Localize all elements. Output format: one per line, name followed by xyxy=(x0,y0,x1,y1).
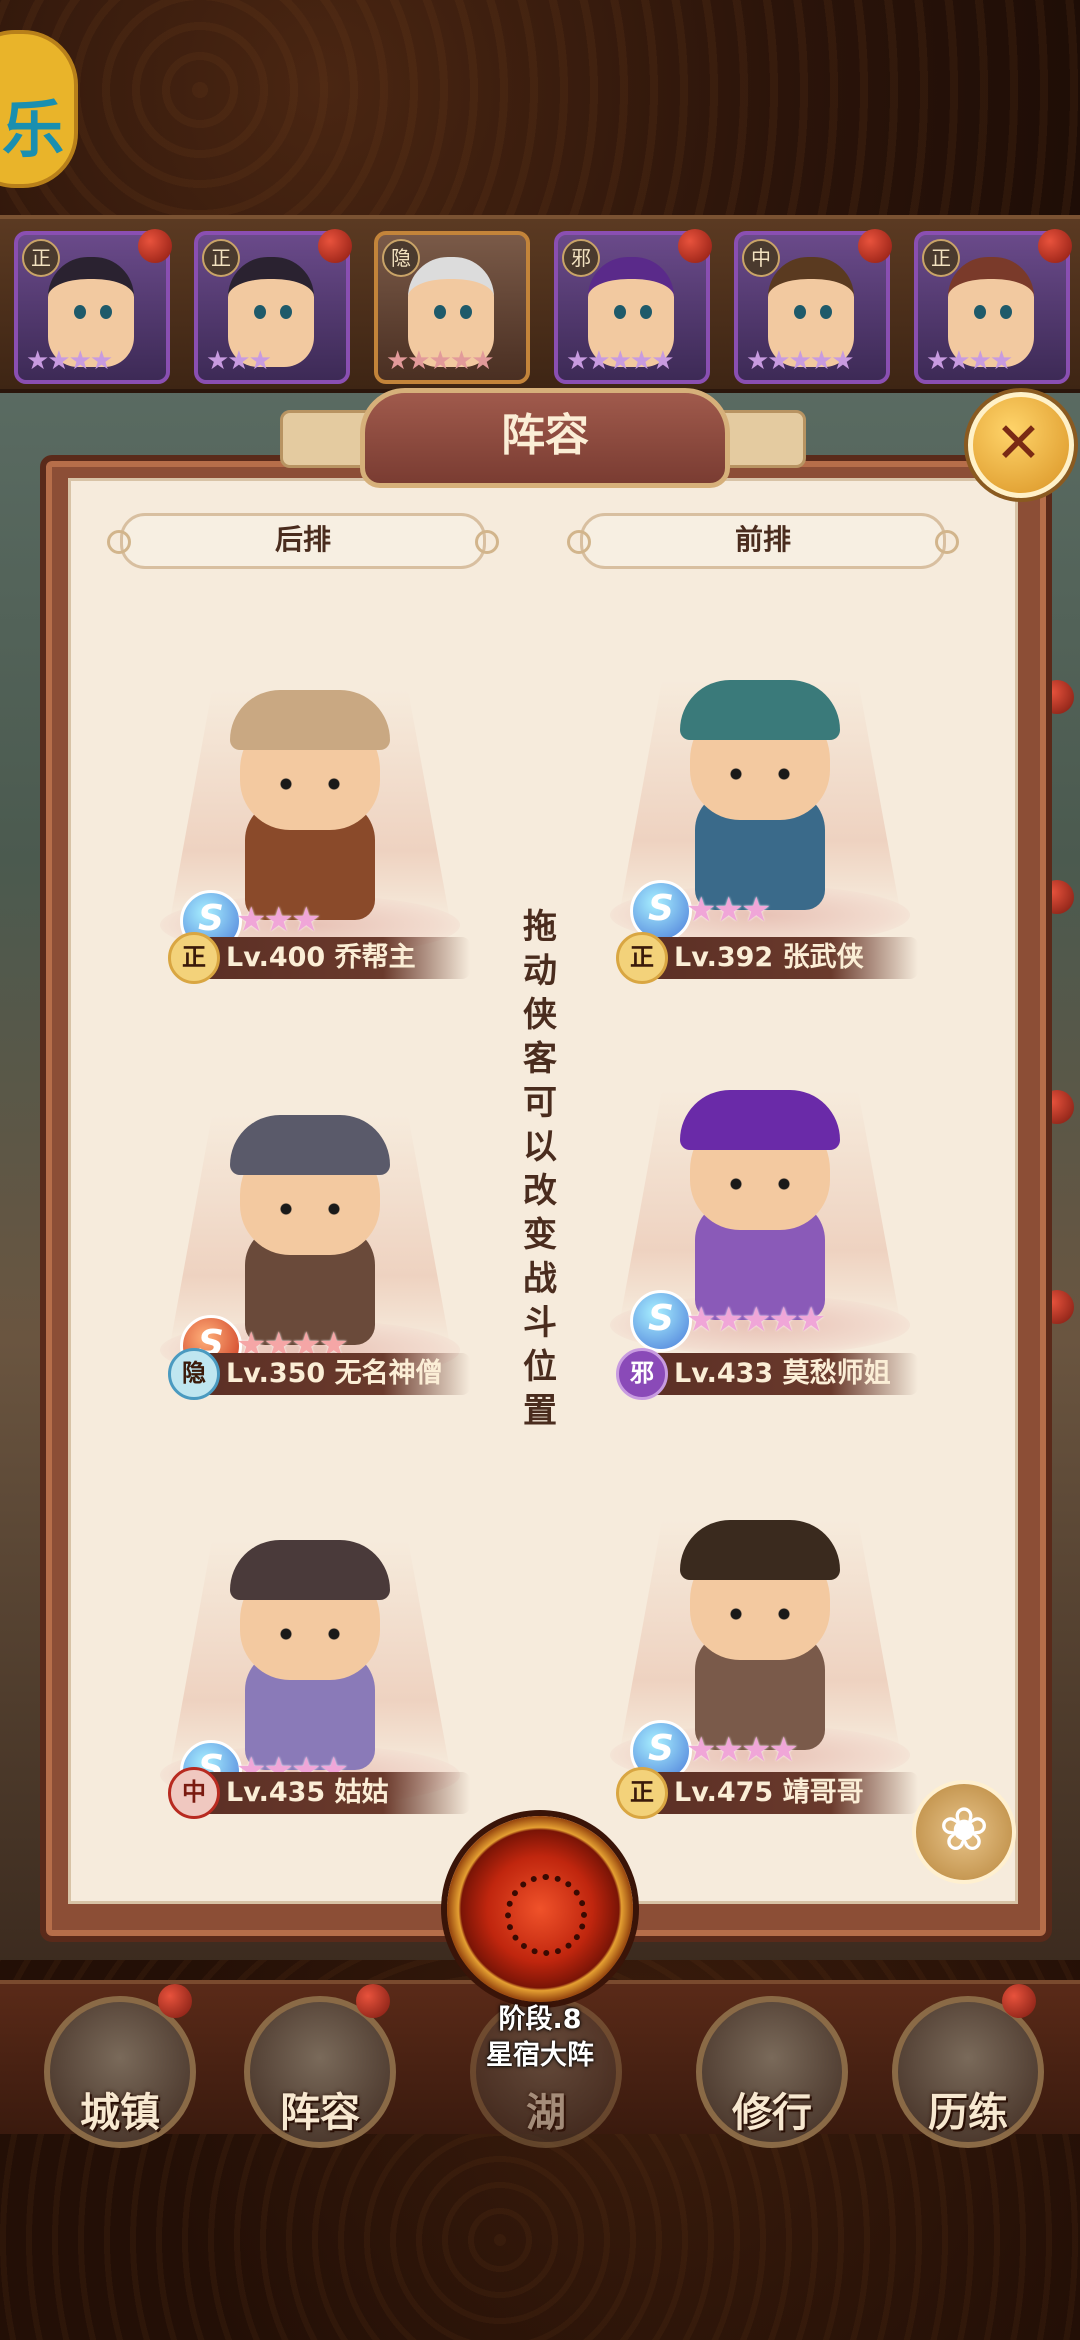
faction-badge: 隐 xyxy=(382,239,420,277)
eye-right xyxy=(1000,305,1012,319)
nav-label: 城镇 xyxy=(80,2090,160,2136)
hero-nameplate: 中 Lv.435 姑姑 xyxy=(168,1767,470,1819)
star-rating: ★★★ xyxy=(206,346,272,376)
nav-label: 修行 xyxy=(732,2090,812,2136)
hero-hat xyxy=(230,1540,390,1600)
eye-right xyxy=(640,305,652,319)
nav-notification-dot xyxy=(356,1984,390,2018)
eye-right xyxy=(460,305,472,319)
faction-badge: 正 xyxy=(168,932,220,984)
front-row-label: 前排 xyxy=(567,513,959,569)
hero-level-name: Lv.433 莫愁师姐 xyxy=(674,1358,891,1389)
faction-badge: 邪 xyxy=(562,239,600,277)
close-button[interactable]: ✕ xyxy=(968,392,1074,498)
eye-left xyxy=(974,305,986,319)
nav-label: 湖 xyxy=(526,2090,566,2136)
formation-name: 星宿大阵 xyxy=(486,2040,594,2071)
faction-badge: 正 xyxy=(922,239,960,277)
notification-dot xyxy=(858,229,892,263)
notification-dot xyxy=(1038,229,1072,263)
hero-nameplate: 正 Lv.400 乔帮主 xyxy=(168,932,470,984)
panel-title: 阵容 xyxy=(360,388,730,488)
nav-notification-dot xyxy=(1002,1984,1036,2018)
back-row-label: 后排 xyxy=(107,513,499,569)
hero-level-name: Lv.350 无名神僧 xyxy=(226,1358,443,1389)
hero-nameplate: 正 Lv.392 张武侠 xyxy=(616,932,918,984)
faction-badge: 正 xyxy=(616,932,668,984)
corner-logo-glyph: 乐 xyxy=(2,93,65,166)
nav-notification-dot xyxy=(158,1984,192,2018)
star-rating: ★★★★ xyxy=(926,346,1013,376)
hero-card[interactable]: 邪 ★★★★★ xyxy=(554,229,712,384)
eye-right xyxy=(100,305,112,319)
settings-flower-button[interactable]: ❀ xyxy=(912,1780,1016,1884)
faction-badge: 隐 xyxy=(168,1348,220,1400)
eye-right xyxy=(820,305,832,319)
eye-right xyxy=(280,305,292,319)
hero-nameplate: 隐 Lv.350 无名神僧 xyxy=(168,1348,470,1400)
hero-eyes xyxy=(278,1628,342,1640)
notification-dot xyxy=(678,229,712,263)
hero-nameplate: 正 Lv.475 靖哥哥 xyxy=(616,1767,918,1819)
nav-label: 阵容 xyxy=(280,2090,360,2136)
hero-hat xyxy=(680,680,840,740)
faction-badge: 中 xyxy=(168,1767,220,1819)
hero-eyes xyxy=(728,1608,792,1620)
formation-stage: 阶段.8 xyxy=(498,2004,582,2035)
hero-level-name: Lv.475 靖哥哥 xyxy=(674,1777,864,1808)
eye-left xyxy=(254,305,266,319)
nav-training[interactable]: 修行 xyxy=(696,1996,848,2148)
top-background xyxy=(0,0,1080,215)
star-rating: ★★★★★ xyxy=(386,346,495,376)
hero-slot[interactable]: S ★★★★★ xyxy=(610,1090,910,1390)
hero-eyes xyxy=(278,778,342,790)
faction-badge: 正 xyxy=(616,1767,668,1819)
star-rating: ★★★★ xyxy=(26,346,113,376)
hero-eyes xyxy=(278,1203,342,1215)
rank-badge: S xyxy=(630,1290,692,1352)
star-rating: ★★★ xyxy=(236,900,321,940)
nav-formation[interactable]: 阵容 xyxy=(244,1996,396,2148)
hero-level-name: Lv.435 姑姑 xyxy=(226,1777,389,1808)
hero-strip: 正 ★★★★ 正 ★★★ 隐 ★★★★★ 邪 ★★★★★ 中 ★★★★★ 正 ★… xyxy=(0,215,1080,393)
hero-card[interactable]: 隐 ★★★★★ xyxy=(374,231,530,384)
hero-level-name: Lv.400 乔帮主 xyxy=(226,942,416,973)
hero-hat xyxy=(680,1090,840,1150)
star-rating: ★★★★★ xyxy=(566,346,675,376)
hero-eyes xyxy=(728,1178,792,1190)
notification-dot xyxy=(318,229,352,263)
eye-left xyxy=(794,305,806,319)
eye-left xyxy=(614,305,626,319)
star-rating: ★★★★ xyxy=(686,1730,799,1770)
faction-badge: 邪 xyxy=(616,1348,668,1400)
star-rating: ★★★★★ xyxy=(746,346,855,376)
eye-left xyxy=(434,305,446,319)
hero-card[interactable]: 正 ★★★★ xyxy=(14,229,172,384)
hero-hat xyxy=(230,690,390,750)
hero-card[interactable]: 中 ★★★★★ xyxy=(734,229,892,384)
notification-dot xyxy=(138,229,172,263)
hero-level-name: Lv.392 张武侠 xyxy=(674,942,864,973)
nav-adventure[interactable]: 历练 xyxy=(892,1996,1044,2148)
hero-hat xyxy=(680,1520,840,1580)
star-rating: ★★★★★ xyxy=(686,1300,826,1340)
hero-nameplate: 邪 Lv.433 莫愁师姐 xyxy=(616,1348,918,1400)
faction-badge: 中 xyxy=(742,239,780,277)
hero-card[interactable]: 正 ★★★ xyxy=(194,229,352,384)
star-rating: ★★★ xyxy=(686,890,771,930)
close-icon: ✕ xyxy=(995,411,1042,476)
flower-icon: ❀ xyxy=(938,1795,990,1865)
drag-hint: 拖动侠客可以改变战斗位置 xyxy=(523,907,557,1431)
eye-left xyxy=(74,305,86,319)
faction-badge: 正 xyxy=(202,239,240,277)
nav-label: 历练 xyxy=(928,2090,1008,2136)
hero-hat xyxy=(230,1115,390,1175)
hero-card[interactable]: 正 ★★★★ xyxy=(914,229,1072,384)
corner-logo[interactable]: 乐 xyxy=(0,30,78,188)
formation-stage-text[interactable]: 阶段.8 星宿大阵 xyxy=(420,2002,660,2074)
nav-town[interactable]: 城镇 xyxy=(44,1996,196,2148)
formation-array-button[interactable] xyxy=(447,1816,633,2002)
faction-badge: 正 xyxy=(22,239,60,277)
hero-eyes xyxy=(728,768,792,780)
